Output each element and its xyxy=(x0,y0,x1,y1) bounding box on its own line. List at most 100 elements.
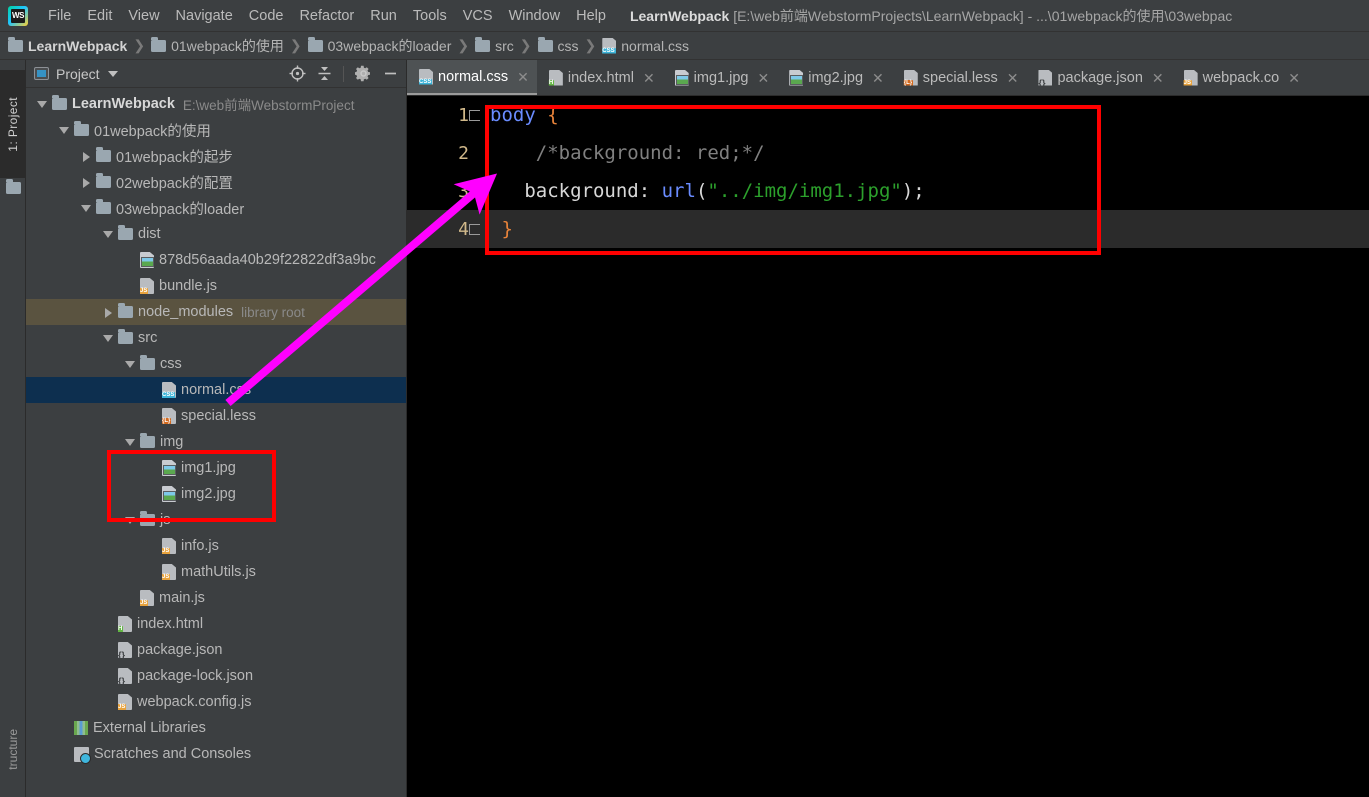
code-line[interactable]: background: url("../img/img1.jpg"); xyxy=(490,172,1369,210)
menu-item-tools[interactable]: Tools xyxy=(405,5,455,27)
editor-tab-package-json[interactable]: package.json ✕ xyxy=(1026,60,1171,95)
chevron-down-icon[interactable] xyxy=(78,200,94,216)
tree-row[interactable]: 02webpack的配置 xyxy=(26,169,406,195)
minimize-icon[interactable] xyxy=(378,63,402,85)
chevron-down-icon[interactable] xyxy=(100,226,116,242)
webstorm-window: WS File Edit View Navigate Code Refactor Run To… xyxy=(0,0,1369,797)
tree-row[interactable]: Hindex.html xyxy=(26,611,406,637)
tree-row[interactable]: JS info.js xyxy=(26,533,406,559)
left-tool-stripe: 1: Project tructure xyxy=(0,60,26,797)
tree-row[interactable]: img xyxy=(26,429,406,455)
breadcrumb-item-5[interactable]: CSS normal.css xyxy=(602,37,689,54)
tree-row[interactable]: Scratches and Consoles xyxy=(26,741,406,767)
code-line[interactable]: /*background: red;*/ xyxy=(490,134,1369,172)
editor-tab-img2-jpg[interactable]: img2.jpg ✕ xyxy=(777,60,892,95)
locate-target-icon[interactable] xyxy=(285,63,309,85)
close-icon[interactable]: ✕ xyxy=(757,71,769,85)
editor-tab-special-less[interactable]: {L} special.less ✕ xyxy=(892,60,1027,95)
chevron-right-icon[interactable] xyxy=(100,304,116,320)
chevron-down-icon[interactable] xyxy=(107,70,118,77)
tree-row[interactable]: 01webpack的起步 xyxy=(26,143,406,169)
close-icon[interactable]: ✕ xyxy=(872,71,884,85)
editor-code-content[interactable]: body { /*background: red;*/ background: … xyxy=(482,96,1369,797)
tree-row-label: src xyxy=(138,330,158,346)
code-token: body xyxy=(490,104,536,126)
chevron-down-icon[interactable] xyxy=(100,330,116,346)
editor-tab-webpack-co[interactable]: JS webpack.co ✕ xyxy=(1172,60,1308,95)
tree-row[interactable]: package.json xyxy=(26,637,406,663)
menu-item-refactor[interactable]: Refactor xyxy=(291,5,362,27)
stripe-tab-structure[interactable]: tructure xyxy=(0,709,26,789)
tree-row[interactable]: img2.jpg xyxy=(26,481,406,507)
close-icon[interactable]: ✕ xyxy=(1007,71,1019,85)
project-tree[interactable]: LearnWebpack E:\web前端WebstormProject 01web… xyxy=(26,88,406,797)
tree-row[interactable]: JS mathUtils.js xyxy=(26,559,406,585)
menu-item-run[interactable]: Run xyxy=(362,5,405,27)
tree-row[interactable]: External Libraries xyxy=(26,715,406,741)
external-libraries-icon xyxy=(74,721,88,735)
tree-row[interactable]: JS main.js xyxy=(26,585,406,611)
tree-row[interactable]: JS bundle.js xyxy=(26,273,406,299)
editor-tab-img1-jpg[interactable]: img1.jpg ✕ xyxy=(663,60,778,95)
breadcrumb-item-4[interactable]: css xyxy=(537,36,579,54)
breadcrumb-item-1[interactable]: 01webpack的使用 xyxy=(151,36,284,56)
tree-row[interactable]: CSS normal.css xyxy=(26,377,406,403)
chevron-right-icon[interactable] xyxy=(78,174,94,190)
menu-item-code[interactable]: Code xyxy=(241,5,292,27)
breadcrumb: LearnWebpack ❯ 01webpack的使用 ❯ 03webpack的load… xyxy=(0,32,1369,60)
close-icon[interactable]: ✕ xyxy=(1288,71,1300,85)
close-icon[interactable]: ✕ xyxy=(643,71,655,85)
tree-row[interactable]: {L} special.less xyxy=(26,403,406,429)
breadcrumb-separator: ❯ xyxy=(584,37,597,53)
less-file-icon: {L} xyxy=(162,408,176,424)
tree-row[interactable]: js xyxy=(26,507,406,533)
menu-item-window[interactable]: Window xyxy=(501,5,569,27)
tree-row[interactable]: package-lock.json xyxy=(26,663,406,689)
chevron-down-icon[interactable] xyxy=(122,356,138,372)
tree-row[interactable]: 878d56aada40b29f22822df3a9bc xyxy=(26,247,406,273)
chevron-down-icon[interactable] xyxy=(122,512,138,528)
menu-item-help[interactable]: Help xyxy=(568,5,614,27)
menu-item-view[interactable]: View xyxy=(120,5,167,27)
tree-row[interactable]: node_modules library root xyxy=(26,299,406,325)
menu-item-edit[interactable]: Edit xyxy=(79,5,120,27)
tree-row[interactable]: 03webpack的loader xyxy=(26,195,406,221)
tree-row[interactable]: img1.jpg xyxy=(26,455,406,481)
stripe-tab-project[interactable]: 1: Project xyxy=(0,70,26,178)
tree-row[interactable]: dist xyxy=(26,221,406,247)
folder-icon[interactable] xyxy=(6,179,21,194)
folder-icon xyxy=(140,511,155,526)
collapse-all-icon[interactable] xyxy=(312,63,336,85)
json-file-icon xyxy=(1038,69,1053,86)
tree-row[interactable]: 01webpack的使用 xyxy=(26,117,406,143)
tree-row[interactable]: src xyxy=(26,325,406,351)
chevron-down-icon[interactable] xyxy=(56,122,72,138)
tree-row[interactable]: LearnWebpack E:\web前端WebstormProject xyxy=(26,91,406,117)
tree-row-label: package-lock.json xyxy=(137,668,254,684)
code-fold-icon[interactable] xyxy=(469,110,480,121)
editor-tab-bar[interactable]: CSS normal.css ✕ Hindex.html ✕ img1.jpg ✕ img2.… xyxy=(407,60,1369,96)
menu-item-navigate[interactable]: Navigate xyxy=(168,5,241,27)
gear-icon[interactable] xyxy=(351,63,375,85)
editor-tab-index-html[interactable]: Hindex.html ✕ xyxy=(537,60,663,95)
less-badge: {L} xyxy=(903,79,914,86)
chevron-down-icon[interactable] xyxy=(122,434,138,450)
menu-item-file[interactable]: File xyxy=(40,5,79,27)
menu-item-vcs[interactable]: VCS xyxy=(455,5,501,27)
breadcrumb-item-2[interactable]: 03webpack的loader xyxy=(307,36,451,56)
code-token: "../img/img1.jpg" xyxy=(707,180,902,202)
tree-row[interactable]: JS webpack.config.js xyxy=(26,689,406,715)
editor-tab-normal-css[interactable]: CSS normal.css ✕ xyxy=(407,60,537,95)
breadcrumb-item-3[interactable]: src xyxy=(475,36,514,54)
breadcrumb-item-0[interactable]: LearnWebpack xyxy=(8,36,127,54)
webstorm-logo-icon: WS xyxy=(8,5,28,26)
close-icon[interactable]: ✕ xyxy=(1152,71,1164,85)
code-fold-icon[interactable] xyxy=(469,224,480,235)
chevron-down-icon[interactable] xyxy=(34,96,50,112)
tree-row[interactable]: css xyxy=(26,351,406,377)
code-line[interactable]: } xyxy=(482,210,1369,248)
chevron-right-icon[interactable] xyxy=(78,148,94,164)
close-icon[interactable]: ✕ xyxy=(517,70,529,84)
code-line[interactable]: body { xyxy=(490,96,1369,134)
